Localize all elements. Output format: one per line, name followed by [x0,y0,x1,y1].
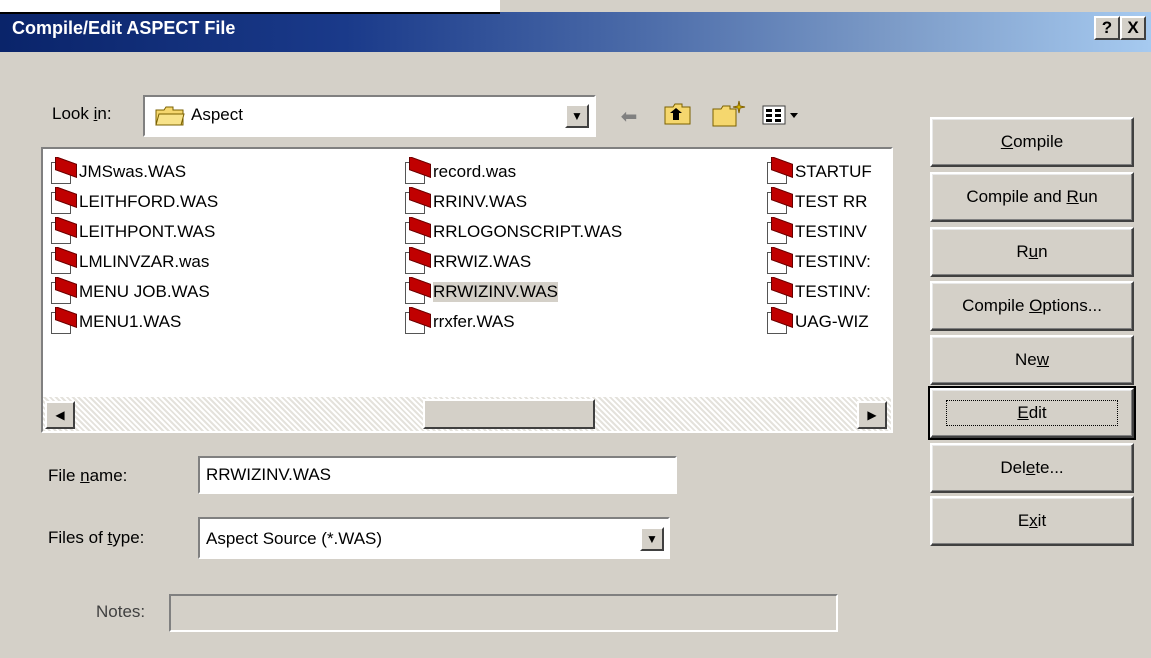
filetype-label: Files of type: [48,528,145,547]
compile-options-button[interactable]: Compile Options... [930,281,1134,331]
file-item[interactable]: record.was [403,157,743,187]
scrollbar-thumb[interactable] [423,399,595,429]
file-item[interactable]: MENU1.WAS [49,307,389,337]
file-name: UAG-WIZ [795,312,869,331]
file-item[interactable]: RRLOGONSCRIPT.WAS [403,217,743,247]
aspect-file-icon [765,277,793,304]
aspect-file-icon [765,157,793,184]
file-name: MENU1.WAS [79,312,182,331]
aspect-file-icon [765,307,793,334]
aspect-file-icon [765,187,793,214]
scroll-right-button[interactable]: ▶ [857,401,887,429]
aspect-file-icon [765,217,793,244]
file-item[interactable]: TESTINV: [765,277,891,307]
file-name: TESTINV [795,222,867,241]
lookin-combo[interactable]: Aspect ▼ [143,95,596,137]
aspect-file-icon [49,217,77,244]
horizontal-scrollbar[interactable]: ◀ ▶ [43,397,891,431]
file-item[interactable]: UAG-WIZ [765,307,891,337]
filetype-combo[interactable]: Aspect Source (*.WAS) ▼ [198,517,670,559]
aspect-file-icon [403,157,431,184]
aspect-file-icon [403,217,431,244]
notes-label: Notes: [96,602,146,621]
window-title: Compile/Edit ASPECT File [12,18,236,38]
file-item[interactable]: RRINV.WAS [403,187,743,217]
file-name: rrxfer.WAS [433,312,515,331]
file-name: MENU JOB.WAS [79,282,210,301]
file-item[interactable]: LMLINVZAR.was [49,247,389,277]
notes-field [169,594,838,632]
file-item[interactable]: TESTINV [765,217,891,247]
aspect-file-icon [403,307,431,334]
file-name: TESTINV: [795,282,871,301]
new-button[interactable]: New [930,335,1134,385]
aspect-file-icon [49,157,77,184]
run-button[interactable]: Run [930,227,1134,277]
file-name: TESTINV: [795,252,871,271]
file-name: JMSwas.WAS [79,162,187,181]
up-folder-icon[interactable] [664,102,692,126]
file-column-2: record.was RRINV.WAS RRLOGONSCRIPT.WAS RRWI… [403,157,743,337]
file-column-1: JMSwas.WAS LEITHFORD.WAS LEITHPONT.WAS LMLI… [49,157,389,337]
file-item[interactable]: RRWIZINV.WAS [403,277,743,307]
lookin-value: Aspect [191,105,243,124]
aspect-file-icon [49,187,77,214]
filetype-dropdown-button[interactable]: ▼ [640,527,664,551]
filename-label: File name: [48,466,128,485]
filetype-value: Aspect Source (*.WAS) [206,529,383,548]
lookin-dropdown-button[interactable]: ▼ [565,104,589,128]
delete-button[interactable]: Delete... [930,443,1134,493]
aspect-file-icon [403,187,431,214]
file-column-3: STARTUF TEST RR TESTINV TESTINV: TESTINV: UAG… [765,157,891,337]
file-name: LEITHPONT.WAS [79,222,216,241]
file-item[interactable]: MENU JOB.WAS [49,277,389,307]
file-item[interactable]: LEITHPONT.WAS [49,217,389,247]
file-name: LMLINVZAR.was [79,252,210,271]
file-item[interactable]: LEITHFORD.WAS [49,187,389,217]
scroll-left-button[interactable]: ◀ [45,401,75,429]
aspect-file-icon [49,277,77,304]
file-name: RRWIZINV.WAS [433,282,558,302]
arrow-right-icon: ▶ [867,408,877,422]
new-folder-icon[interactable] [712,100,746,128]
file-name: LEITHFORD.WAS [79,192,219,211]
file-item[interactable]: JMSwas.WAS [49,157,389,187]
file-item[interactable]: TESTINV: [765,247,891,277]
exit-button[interactable]: Exit [930,496,1134,546]
focus-rect: Edit [946,400,1118,426]
filename-value: RRWIZINV.WAS [206,465,331,484]
view-menu-icon[interactable] [762,104,802,126]
file-name: TEST RR [795,192,868,211]
folder-icon [155,105,185,127]
help-button[interactable]: ? [1094,16,1120,40]
back-icon[interactable]: ⬅ [614,104,644,129]
chevron-down-icon: ▼ [571,109,583,123]
file-item[interactable]: RRWIZ.WAS [403,247,743,277]
file-name: STARTUF [795,162,872,181]
close-button[interactable]: X [1120,16,1146,40]
aspect-file-icon [403,277,431,304]
aspect-file-icon [49,247,77,274]
file-name: RRINV.WAS [433,192,528,211]
file-name: record.was [433,162,517,181]
file-item[interactable]: rrxfer.WAS [403,307,743,337]
file-item[interactable]: STARTUF [765,157,891,187]
file-item[interactable]: TEST RR [765,187,891,217]
file-name: RRLOGONSCRIPT.WAS [433,222,623,241]
aspect-file-icon [765,247,793,274]
compile-and-run-button[interactable]: Compile and Run [930,172,1134,222]
edit-button[interactable]: Edit [928,386,1136,440]
lookin-label: Look in: [52,104,112,123]
file-list[interactable]: JMSwas.WAS LEITHFORD.WAS LEITHPONT.WAS LMLI… [41,147,893,433]
compile-button[interactable]: Compile [930,117,1134,167]
aspect-file-icon [403,247,431,274]
chevron-down-icon: ▼ [646,532,658,546]
filename-input[interactable]: RRWIZINV.WAS [198,456,677,494]
file-name: RRWIZ.WAS [433,252,532,271]
arrow-left-icon: ◀ [55,408,65,422]
top-strip [0,0,500,14]
aspect-file-icon [49,307,77,334]
